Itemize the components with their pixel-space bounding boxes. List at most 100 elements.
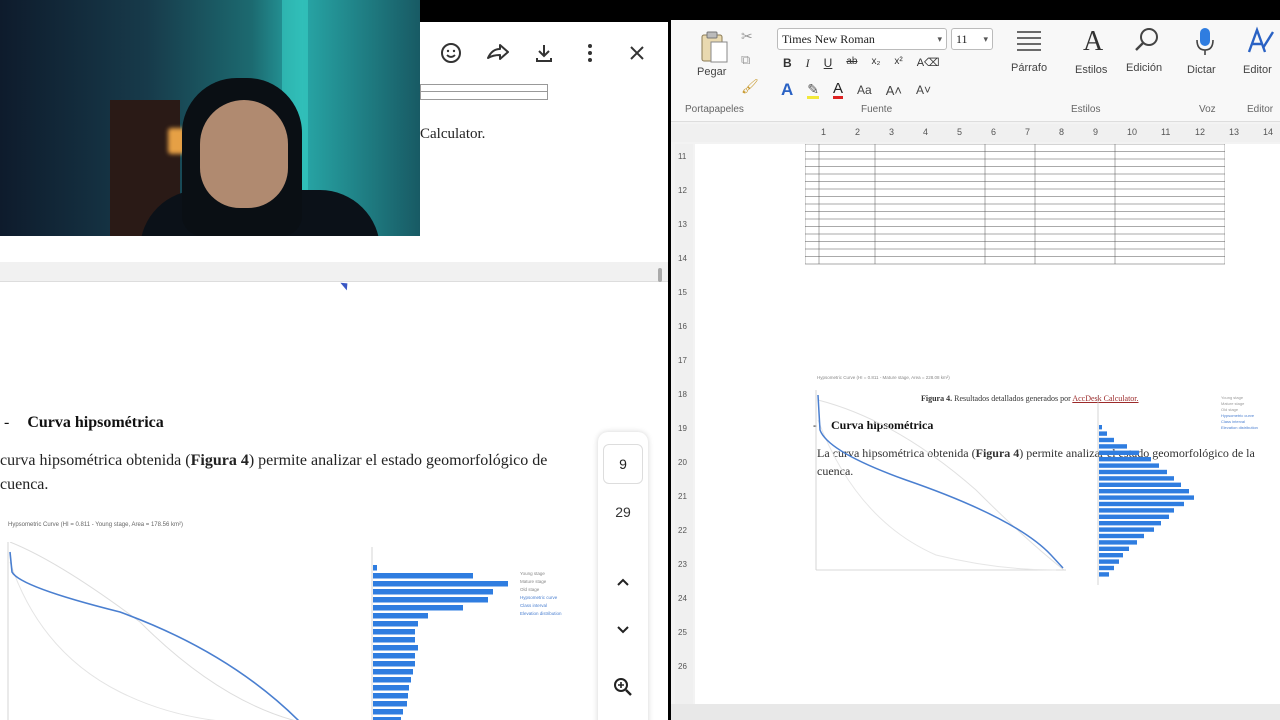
histogram-bar (1099, 540, 1137, 545)
histogram-bar (1099, 489, 1189, 494)
histogram-bar (373, 581, 508, 587)
elevation-histogram (1097, 395, 1194, 585)
subscript-icon[interactable]: x₂ (871, 56, 880, 71)
font-group-label: Fuente (861, 104, 893, 115)
find-icon[interactable] (1133, 26, 1161, 59)
smiley-icon[interactable] (434, 36, 468, 70)
legend-item: Elevation distribution (1221, 425, 1258, 430)
word-window: Pegar ✂ ⧉ 🖌 Portapapeles Times New Roman… (671, 20, 1280, 720)
paste-icon[interactable] (699, 30, 729, 69)
zoom-in-icon[interactable] (608, 672, 638, 702)
histogram-bar (1099, 463, 1159, 468)
histogram-bar (1099, 533, 1144, 539)
histogram-bar (1099, 501, 1184, 507)
underline-icon[interactable]: U (824, 56, 833, 71)
legend-item: Young stage (520, 571, 545, 576)
elevation-histogram (371, 547, 508, 720)
current-page-input[interactable]: 9 (603, 444, 643, 484)
font-color-icon[interactable]: A (833, 81, 844, 99)
legend-item: Elevation distribution (520, 611, 562, 616)
close-icon[interactable] (620, 36, 654, 70)
paragraph: curva hipsométrica obtenida (Figura 4) p… (0, 449, 600, 497)
styles-label[interactable]: Estilos (1075, 64, 1107, 76)
ruler-number: 22 (678, 526, 687, 535)
para-prefix: curva hipsométrica obtenida ( (0, 452, 191, 469)
hypsometric-curve (817, 394, 1064, 569)
paste-label[interactable]: Pegar (697, 66, 726, 78)
editor-icon[interactable] (1245, 26, 1275, 61)
histogram-bar (1099, 527, 1154, 532)
chevron-down-icon[interactable] (608, 615, 638, 645)
ruler-number: 6 (991, 127, 997, 137)
editing-label[interactable]: Edición (1126, 62, 1162, 74)
chart-legend: Young stage Mature stage Old stage Hypsomet… (1221, 395, 1258, 431)
ruler-number: 13 (1229, 127, 1240, 137)
clear-format-icon[interactable]: A⌫ (917, 56, 940, 71)
paragraph-icon[interactable] (1015, 28, 1043, 57)
histogram-bar (373, 685, 409, 691)
legend-item: Old stage (520, 587, 540, 592)
histogram-bar (1099, 425, 1102, 430)
share-icon[interactable] (481, 36, 515, 70)
format-row-1: B I U ab x₂ x² A⌫ (783, 56, 940, 71)
ruler-number: 12 (1195, 127, 1206, 137)
ruler-number: 18 (678, 390, 687, 399)
hypsometric-curve-chart (815, 390, 1066, 571)
shrink-font-icon[interactable]: A˅ (916, 83, 931, 97)
change-case-icon[interactable]: Aa (857, 83, 872, 97)
ruler-number: 20 (678, 458, 687, 467)
histogram-bar (1099, 469, 1167, 475)
download-icon[interactable] (527, 36, 561, 70)
grow-font-icon[interactable]: A˄ (886, 83, 902, 98)
more-vertical-icon[interactable] (573, 36, 607, 70)
ruler-number: 11 (678, 152, 687, 161)
italic-icon[interactable]: I (806, 56, 810, 71)
histogram-bar (1099, 482, 1181, 487)
histogram-bar (373, 629, 415, 635)
histogram-bar (373, 565, 377, 571)
para-line2: cuenca. (0, 476, 49, 493)
histogram-bar (1099, 572, 1109, 577)
hypsometric-curve-chart (7, 542, 300, 720)
histogram-bar (1099, 565, 1114, 571)
styles-group-label: Estilos (1071, 104, 1101, 115)
histogram-bar (373, 653, 415, 659)
ruler-number: 19 (678, 424, 687, 433)
dictate-label[interactable]: Dictar (1187, 64, 1216, 76)
highlight-icon[interactable]: ✎ (807, 82, 820, 99)
histogram-bar (373, 621, 418, 627)
histogram-bar (1099, 514, 1169, 519)
copy-icon[interactable]: ⧉ (741, 52, 750, 68)
font-size-dropdown[interactable]: 11 ▾ (951, 28, 993, 50)
microphone-icon[interactable] (1195, 26, 1215, 61)
paragraph-label[interactable]: Párrafo (1011, 62, 1047, 74)
histogram-bar (373, 605, 463, 611)
text-effects-icon[interactable]: A (781, 80, 793, 100)
legend-item: Hypsometric curve (520, 595, 558, 600)
format-row-2: A ✎ A Aa A˄ A˅ (781, 80, 931, 100)
ruler-number: 1 (821, 127, 827, 137)
chart-legend: Young stage Mature stage Old stage Hypsomet… (520, 570, 562, 618)
font-size-value: 11 (956, 31, 968, 46)
pdf-toolbar (420, 22, 668, 84)
editor-label[interactable]: Editor (1243, 64, 1272, 76)
chevron-up-icon[interactable] (608, 567, 638, 597)
scrollbar-thumb[interactable] (658, 268, 662, 282)
histogram-bar (373, 661, 415, 667)
histogram-bar (1099, 508, 1174, 513)
ruler-number: 23 (678, 560, 687, 569)
histogram-bar (1099, 431, 1107, 436)
ruler-number: 2 (855, 127, 861, 137)
histogram-bar (1099, 553, 1123, 558)
histogram-bar (1099, 495, 1194, 500)
format-painter-icon[interactable]: 🖌 (741, 78, 759, 95)
bold-icon[interactable]: B (783, 56, 792, 71)
results-table (805, 144, 1225, 265)
histogram-bar (1099, 521, 1161, 526)
superscript-icon[interactable]: x² (894, 56, 902, 71)
styles-icon[interactable]: A (1083, 26, 1103, 58)
histogram-bar (373, 613, 428, 619)
cut-icon[interactable]: ✂ (741, 28, 753, 45)
font-name-dropdown[interactable]: Times New Roman ▾ (777, 28, 947, 50)
strikethrough-icon[interactable]: ab (846, 56, 857, 71)
